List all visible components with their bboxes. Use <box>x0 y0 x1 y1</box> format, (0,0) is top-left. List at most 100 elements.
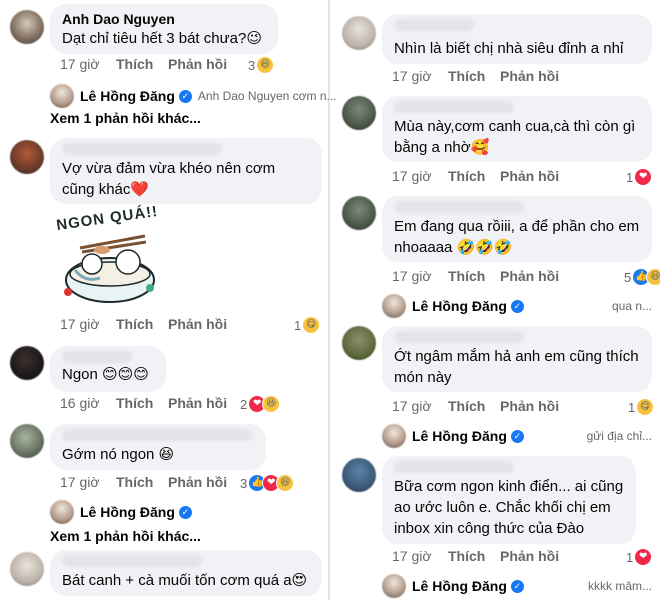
reply-snippet: gửi địa chỉ... <box>586 429 652 443</box>
reply-preview[interactable]: Lê Hồng Đăng ✓ <box>50 500 192 524</box>
comment-text-line: inbox xin công thức của Đào <box>394 520 585 537</box>
haha-icon: 😆 <box>276 474 295 492</box>
replier-name: Lê Hồng Đăng <box>412 298 507 314</box>
comment-actions: 17 giờ Thích Phản hồi <box>60 474 260 492</box>
commenter-name-blurred[interactable] <box>62 429 252 441</box>
comment-text-line: Bữa cơm ngon kinh điển... ai cũng <box>394 478 624 495</box>
avatar[interactable] <box>342 326 376 360</box>
reply-button[interactable]: Phản hồi <box>500 268 559 284</box>
reaction-count: 1 <box>628 399 636 415</box>
avatar[interactable] <box>342 458 376 492</box>
yum-icon: 😋 <box>636 398 655 416</box>
reaction-summary[interactable]: 3 😆 <box>248 56 275 74</box>
reply-button[interactable]: Phản hồi <box>168 56 227 72</box>
like-button[interactable]: Thích <box>116 474 153 490</box>
reply-preview[interactable]: Lê Hồng Đăng ✓ gửi địa chỉ... <box>382 424 652 448</box>
reply-button[interactable]: Phản hồi <box>168 316 227 332</box>
replier-name: Lê Hồng Đăng <box>412 428 507 444</box>
comment-time[interactable]: 17 giờ <box>60 56 100 72</box>
avatar[interactable] <box>10 140 44 174</box>
avatar[interactable] <box>10 552 44 586</box>
comment-bubble: Mùa này,cơm canh cua,cà thì còn gì bằng … <box>382 96 652 162</box>
comment-bubble: Nhìn là biết chị nhà siêu đỉnh a nhỉ <box>382 14 652 64</box>
reaction-summary[interactable]: 1 😋 <box>294 316 321 334</box>
comment-bubble: Anh Dao Nguyen Dạt chỉ tiêu hết 3 bát ch… <box>50 4 278 54</box>
like-button[interactable]: Thích <box>448 268 485 284</box>
comment-text-line: Ớt ngâm mắm hả anh em cũng thích <box>394 348 639 365</box>
reaction-summary[interactable]: 2 ❤ 😆 <box>240 395 281 413</box>
comment-bubble: Vợ vừa đảm vừa khéo nên cơm cũng khác❤️ <box>50 138 322 204</box>
reply-button[interactable]: Phản hồi <box>168 474 227 490</box>
avatar[interactable] <box>342 16 376 50</box>
reply-preview[interactable]: Lê Hồng Đăng ✓ qua n... <box>382 294 652 318</box>
reaction-summary[interactable]: 1 ❤ <box>626 168 653 186</box>
reply-button[interactable]: Phản hồi <box>500 168 559 184</box>
avatar[interactable] <box>342 196 376 230</box>
reply-button[interactable]: Phản hồi <box>500 398 559 414</box>
reaction-summary[interactable]: 3 👍 ❤ 😆 <box>240 474 295 492</box>
replier-name: Lê Hồng Đăng <box>412 578 507 594</box>
comment-bubble: Em đang qua rồiii, a để phần cho em nhoa… <box>382 196 652 262</box>
reaction-summary[interactable]: 1 😋 <box>628 398 655 416</box>
comment-time[interactable]: 16 giờ <box>60 395 100 411</box>
reply-button[interactable]: Phản hồi <box>500 68 559 84</box>
ngon-qua-sticker[interactable]: NGON QUÁ!! <box>50 203 170 308</box>
commenter-name-blurred[interactable] <box>394 19 474 31</box>
avatar <box>50 500 74 524</box>
comment-actions: 17 giờ Thích Phản hồi <box>392 68 592 86</box>
commenter-name-blurred[interactable] <box>62 555 202 567</box>
replier-name: Lê Hồng Đăng <box>80 88 175 104</box>
comment-time[interactable]: 17 giờ <box>392 168 432 184</box>
reaction-summary[interactable]: 5 👍 😆 <box>624 268 660 286</box>
comment-text-line: Vợ vừa đảm vừa khéo nên cơm <box>62 160 276 177</box>
reply-button[interactable]: Phản hồi <box>168 395 227 411</box>
comment-text: Ngon 😊😊😊 <box>62 366 149 383</box>
verified-badge-icon: ✓ <box>178 505 192 519</box>
comment-actions: 17 giờ Thích Phản hồi <box>60 316 260 334</box>
comment-actions: 17 giờ Thích Phản hồi <box>392 168 592 186</box>
commenter-name-blurred[interactable] <box>62 351 132 363</box>
reply-preview[interactable]: Lê Hồng Đăng ✓ kkkk mâm... <box>382 574 652 598</box>
comment-text-line: món này <box>394 369 452 386</box>
reply-button[interactable]: Phản hồi <box>500 548 559 564</box>
like-button[interactable]: Thích <box>448 168 485 184</box>
comment-time[interactable]: 17 giờ <box>392 68 432 84</box>
avatar[interactable] <box>10 10 44 44</box>
commenter-name-blurred[interactable] <box>394 331 524 343</box>
like-button[interactable]: Thích <box>448 68 485 84</box>
verified-badge-icon: ✓ <box>510 299 524 313</box>
reaction-summary[interactable]: 1 ❤ <box>626 548 653 566</box>
comment-actions: 17 giờ Thích Phản hồi <box>60 56 270 74</box>
comment-text: Bát canh + cà muối tốn cơm quá a😍 <box>62 572 308 589</box>
commenter-name-blurred[interactable] <box>394 461 514 473</box>
love-icon: ❤ <box>634 548 653 566</box>
like-button[interactable]: Thích <box>116 395 153 411</box>
commenter-name-blurred[interactable] <box>62 143 222 155</box>
view-more-replies-link[interactable]: Xem 1 phản hồi khác... <box>50 110 201 126</box>
comment-time[interactable]: 17 giờ <box>392 398 432 414</box>
verified-badge-icon: ✓ <box>510 429 524 443</box>
view-more-replies-link[interactable]: Xem 1 phản hồi khác... <box>50 528 201 544</box>
avatar[interactable] <box>10 346 44 380</box>
comment-time[interactable]: 17 giờ <box>392 268 432 284</box>
comment-time[interactable]: 17 giờ <box>392 548 432 564</box>
like-button[interactable]: Thích <box>116 316 153 332</box>
avatar[interactable] <box>10 424 44 458</box>
commenter-name[interactable]: Anh Dao Nguyen <box>62 10 266 28</box>
comment-text: Nhìn là biết chị nhà siêu đỉnh a nhỉ <box>394 40 624 57</box>
comment-bubble: Bữa cơm ngon kinh điển... ai cũng ao ước… <box>382 456 636 544</box>
comment-text-line: Em đang qua rồiii, a để phần cho em <box>394 218 640 235</box>
reply-preview[interactable]: Lê Hồng Đăng ✓ Anh Dao Nguyen cơm n... <box>50 84 337 108</box>
like-button[interactable]: Thích <box>448 398 485 414</box>
commenter-name-blurred[interactable] <box>394 101 514 113</box>
comment-time[interactable]: 17 giờ <box>60 316 100 332</box>
reply-snippet: Anh Dao Nguyen cơm n... <box>197 89 337 103</box>
comment-actions: 17 giờ Thích Phản hồi <box>392 268 592 286</box>
like-button[interactable]: Thích <box>116 56 153 72</box>
reaction-count: 3 <box>240 475 248 491</box>
like-button[interactable]: Thích <box>448 548 485 564</box>
comment-time[interactable]: 17 giờ <box>60 474 100 490</box>
reaction-count: 1 <box>626 169 634 185</box>
avatar[interactable] <box>342 96 376 130</box>
commenter-name-blurred[interactable] <box>394 201 524 213</box>
